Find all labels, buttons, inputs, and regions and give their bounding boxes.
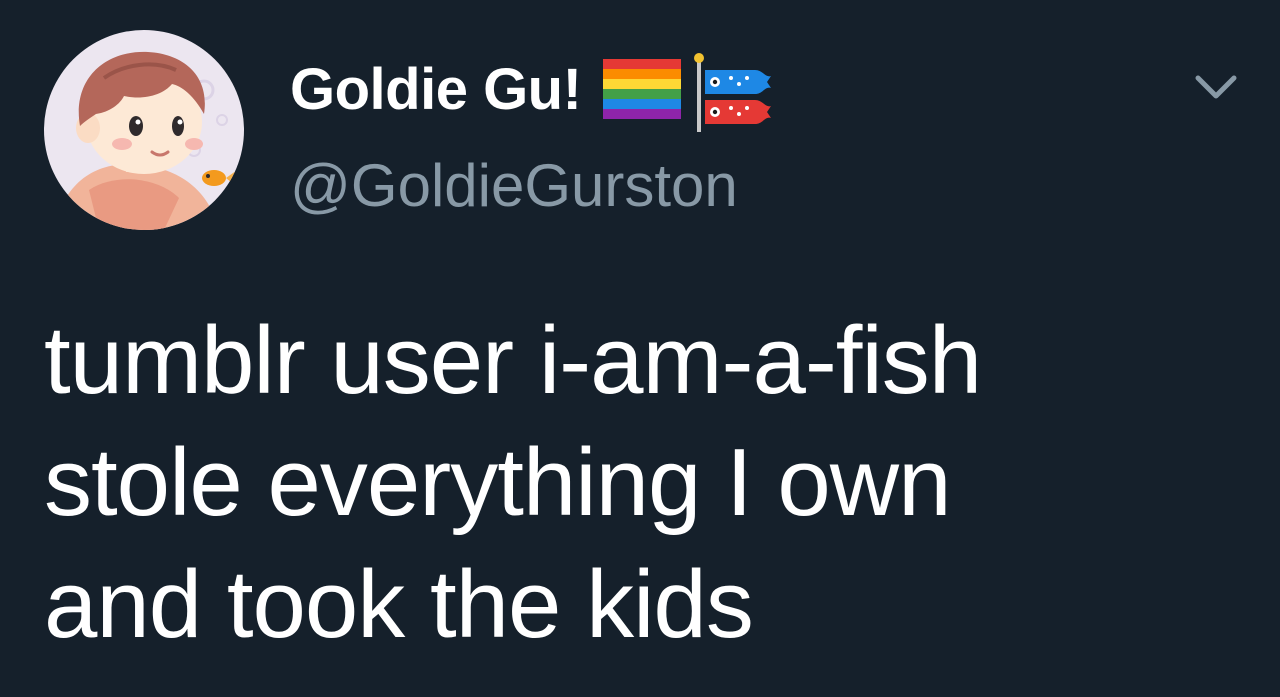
username-handle[interactable]: @GoldieGurston <box>290 150 738 222</box>
tweet: Goldie Gu! @GoldieGurston tumblr user i-… <box>0 0 1280 697</box>
name-row: Goldie Gu! <box>290 50 773 132</box>
tweet-text: tumblr user i-am-a-fish stole everything… <box>44 307 982 658</box>
chevron-down-icon[interactable] <box>1188 64 1244 112</box>
display-name[interactable]: Goldie Gu! <box>290 50 582 130</box>
carp-streamer-icon <box>694 53 772 132</box>
avatar[interactable] <box>44 30 244 230</box>
rainbow-flag-icon <box>603 59 682 119</box>
avatar-illustration <box>44 30 244 230</box>
